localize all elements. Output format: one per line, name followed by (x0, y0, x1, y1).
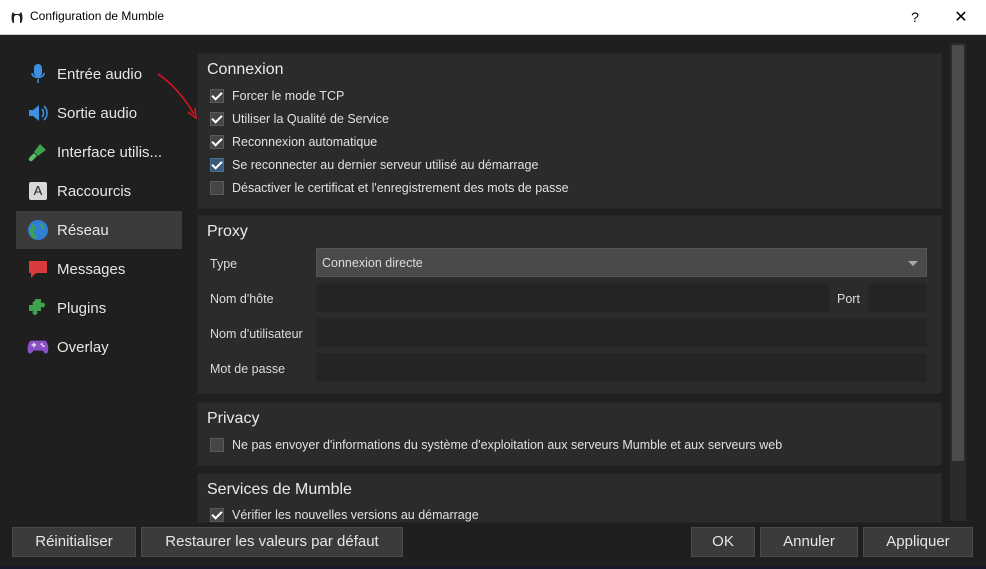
privacy-group: Privacy Ne pas envoyer d'informations du… (197, 402, 942, 466)
privacy-title: Privacy (207, 410, 260, 427)
apply-button[interactable]: Appliquer (863, 527, 973, 557)
no-os-info-checkbox[interactable]: Ne pas envoyer d'informations du système… (210, 436, 782, 454)
proxy-title: Proxy (207, 223, 248, 240)
sidebar-item-label: Réseau (57, 221, 109, 239)
connexion-group: Connexion Forcer le mode TCP Utiliser la… (197, 53, 942, 209)
checkbox-label: Se reconnecter au dernier serveur utilis… (232, 158, 539, 172)
checkbox-box[interactable] (210, 89, 224, 103)
reset-button[interactable]: Réinitialiser (12, 527, 136, 557)
ok-button[interactable]: OK (691, 527, 755, 557)
qos-checkbox[interactable]: Utiliser la Qualité de Service (210, 110, 389, 128)
gamepad-icon (27, 336, 49, 358)
scrollbar-thumb[interactable] (952, 45, 964, 461)
sidebar-item-label: Messages (57, 260, 126, 278)
sidebar-item-label: Entrée audio (57, 65, 143, 83)
proxy-group: Proxy Type Connexion directe Nom d'hôte … (197, 215, 942, 394)
checkbox-box[interactable] (210, 158, 224, 172)
checkbox-box[interactable] (210, 181, 224, 195)
window-title: Configuration de Mumble (30, 9, 165, 23)
check-updates-checkbox[interactable]: Vérifier les nouvelles versions au démar… (210, 506, 479, 522)
checkbox-label: Reconnexion automatique (232, 135, 378, 149)
checkbox-label: Désactiver le certificat et l'enregistre… (232, 181, 569, 195)
hostname-input[interactable] (316, 283, 829, 312)
checkbox-box[interactable] (210, 135, 224, 149)
checkbox-label: Ne pas envoyer d'informations du système… (232, 438, 783, 452)
sidebar-item-label: Raccourcis (57, 182, 132, 200)
sidebar-item-user-interface[interactable]: Interface utilis... (16, 133, 182, 171)
checkbox-box[interactable] (210, 112, 224, 126)
speech-bubble-icon (27, 258, 49, 280)
checkbox-box[interactable] (210, 508, 224, 522)
microphone-icon (27, 63, 49, 85)
port-input[interactable] (868, 283, 927, 312)
sidebar: Entrée audio Sortie audio Interface util… (16, 55, 182, 367)
proxy-type-label: Type (210, 257, 238, 271)
password-input[interactable] (316, 353, 927, 382)
sidebar-item-label: Plugins (57, 299, 107, 317)
checkbox-label: Forcer le mode TCP (232, 89, 345, 103)
sidebar-item-label: Sortie audio (57, 104, 138, 122)
keyboard-key-icon: A (27, 180, 49, 202)
cancel-button[interactable]: Annuler (760, 527, 858, 557)
proxy-type-select[interactable]: Connexion directe (316, 248, 927, 277)
mumble-services-group: Services de Mumble Vérifier les nouvelle… (197, 473, 942, 523)
globe-icon (27, 219, 49, 241)
sidebar-item-label: Interface utilis... (57, 143, 163, 161)
sidebar-item-audio-output[interactable]: Sortie audio (16, 94, 182, 132)
sidebar-item-plugins[interactable]: Plugins (16, 289, 182, 327)
password-label: Mot de passe (210, 362, 286, 376)
auto-reconnect-checkbox[interactable]: Reconnexion automatique (210, 133, 377, 151)
title-bar: Configuration de Mumble ? ✕ (0, 0, 986, 35)
username-label: Nom d'utilisateur (210, 327, 303, 341)
paintbrush-icon (27, 141, 49, 163)
dialog-content: Entrée audio Sortie audio Interface util… (0, 35, 986, 569)
checkbox-label: Utiliser la Qualité de Service (232, 112, 390, 126)
username-input[interactable] (316, 318, 927, 347)
key-glyph: A (29, 182, 47, 200)
puzzle-icon (27, 297, 49, 319)
checkbox-box[interactable] (210, 438, 224, 452)
sidebar-item-network[interactable]: Réseau (16, 211, 182, 249)
sidebar-item-audio-input[interactable]: Entrée audio (16, 55, 182, 93)
services-title: Services de Mumble (207, 481, 352, 498)
connexion-title: Connexion (207, 61, 284, 78)
hostname-label: Nom d'hôte (210, 292, 274, 306)
checkbox-label: Vérifier les nouvelles versions au démar… (232, 508, 479, 522)
port-label: Port (837, 292, 860, 306)
sidebar-item-shortcuts[interactable]: A Raccourcis (16, 172, 182, 210)
sidebar-item-overlay[interactable]: Overlay (16, 328, 182, 366)
sidebar-item-messages[interactable]: Messages (16, 250, 182, 288)
vertical-scrollbar[interactable] (950, 43, 966, 521)
force-tcp-checkbox[interactable]: Forcer le mode TCP (210, 87, 344, 105)
sidebar-item-label: Overlay (57, 338, 109, 356)
proxy-type-value: Connexion directe (322, 255, 423, 270)
help-button[interactable]: ? (903, 5, 927, 29)
close-button[interactable]: ✕ (946, 5, 976, 29)
mumble-logo-icon (11, 12, 23, 23)
speaker-icon (27, 102, 49, 124)
reconnect-last-server-checkbox[interactable]: Se reconnecter au dernier serveur utilis… (210, 156, 538, 174)
chevron-down-icon (908, 261, 918, 266)
restore-defaults-button[interactable]: Restaurer les valeurs par défaut (141, 527, 403, 557)
disable-certificate-checkbox[interactable]: Désactiver le certificat et l'enregistre… (210, 179, 569, 197)
